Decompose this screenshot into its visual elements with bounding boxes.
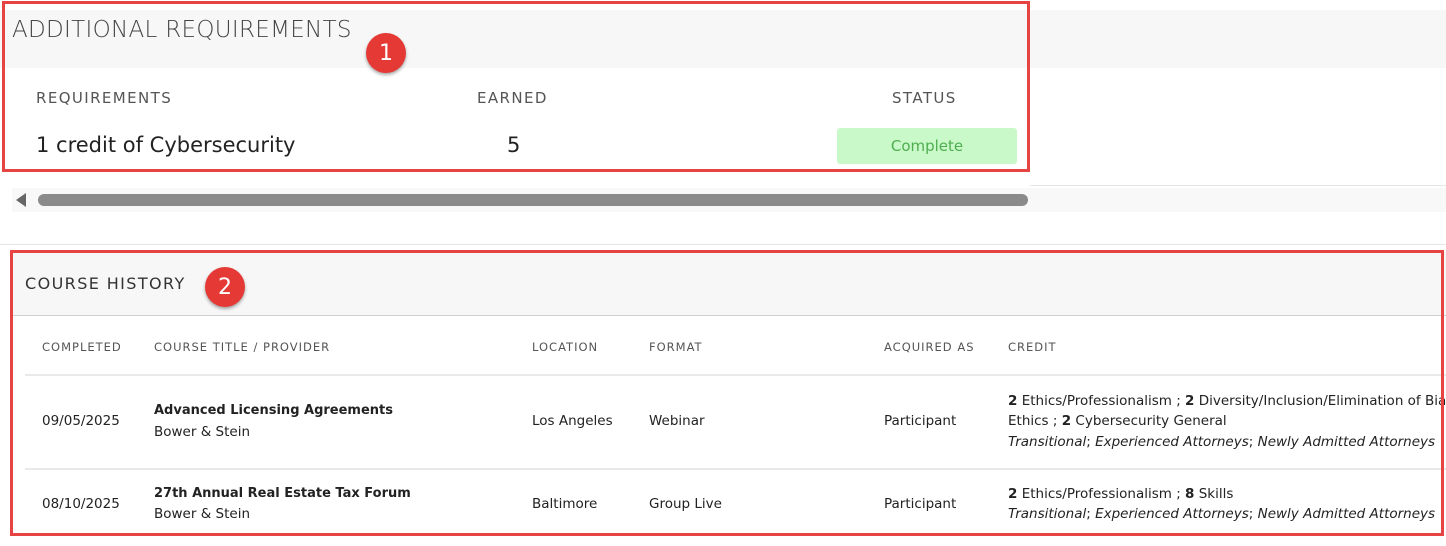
annotation-badge-2: 2 — [205, 267, 245, 307]
section-divider — [0, 244, 1446, 245]
annotation-badge-1: 1 — [366, 33, 406, 73]
row-divider — [1030, 185, 1446, 186]
horizontal-scrollbar-thumb[interactable] — [38, 194, 1028, 206]
annotation-highlight-box-1 — [2, 1, 1030, 172]
scroll-left-arrow-icon[interactable] — [16, 193, 26, 207]
